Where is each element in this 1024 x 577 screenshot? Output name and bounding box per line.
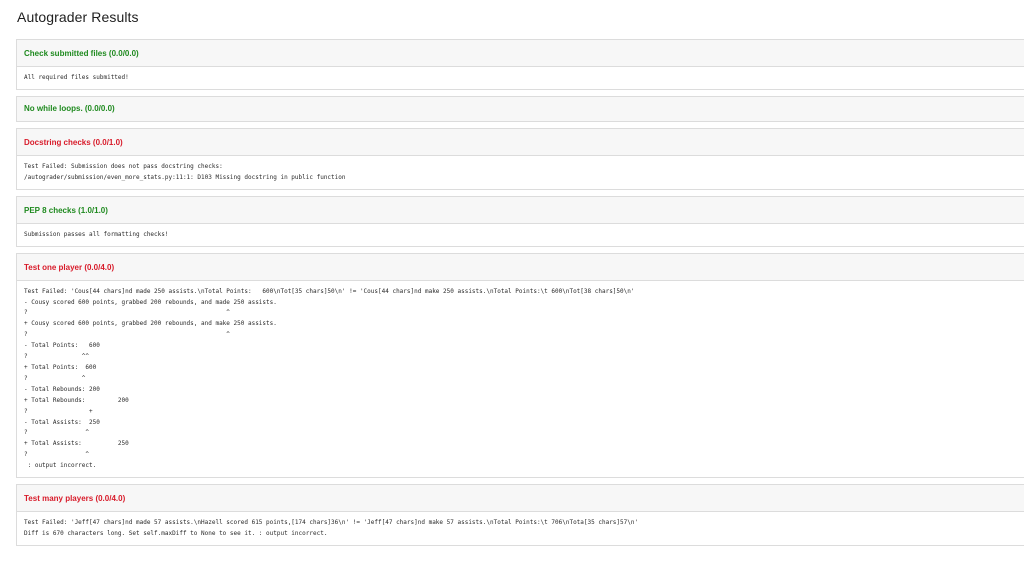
test-result-no-while-loops: No while loops. (0.0/0.0) [16,95,1024,122]
test-result-check-submitted-files: Check submitted files (0.0/0.0) All requi… [16,39,1024,90]
test-output: Test Failed: Submission does not pass do… [24,162,346,181]
test-output: Test Failed: 'Cous[44 chars]nd made 250 … [24,287,635,470]
test-output: All required files submitted! [24,74,129,81]
test-result-test-many-players: Test many players (0.0/4.0) Test Failed: … [16,484,1024,546]
test-title: Check submitted files (0.0/0.0) [17,40,1024,67]
test-title: Docstring checks (0.0/1.0) [17,128,1024,156]
test-title: No while loops. (0.0/0.0) [17,96,1024,121]
test-result-pep-8-checks: PEP 8 checks (1.0/1.0) Submission passes … [16,195,1024,247]
page-title: Autograder Results [17,9,139,25]
test-title: Test many players (0.0/4.0) [17,485,1024,513]
results-list: Check submitted files (0.0/0.0) All requi… [16,39,1024,552]
test-output: Test Failed: 'Jeff[47 chars]nd made 57 a… [24,519,639,537]
test-output: Submission passes all formatting checks! [24,230,169,238]
test-result-test-one-player: Test one player (0.0/4.0) Test Failed: 'C… [16,252,1024,479]
test-title: PEP 8 checks (1.0/1.0) [17,196,1024,224]
test-title: Test one player (0.0/4.0) [17,253,1024,281]
test-result-docstring-checks: Docstring checks (0.0/1.0) Test Failed: S… [16,127,1024,190]
